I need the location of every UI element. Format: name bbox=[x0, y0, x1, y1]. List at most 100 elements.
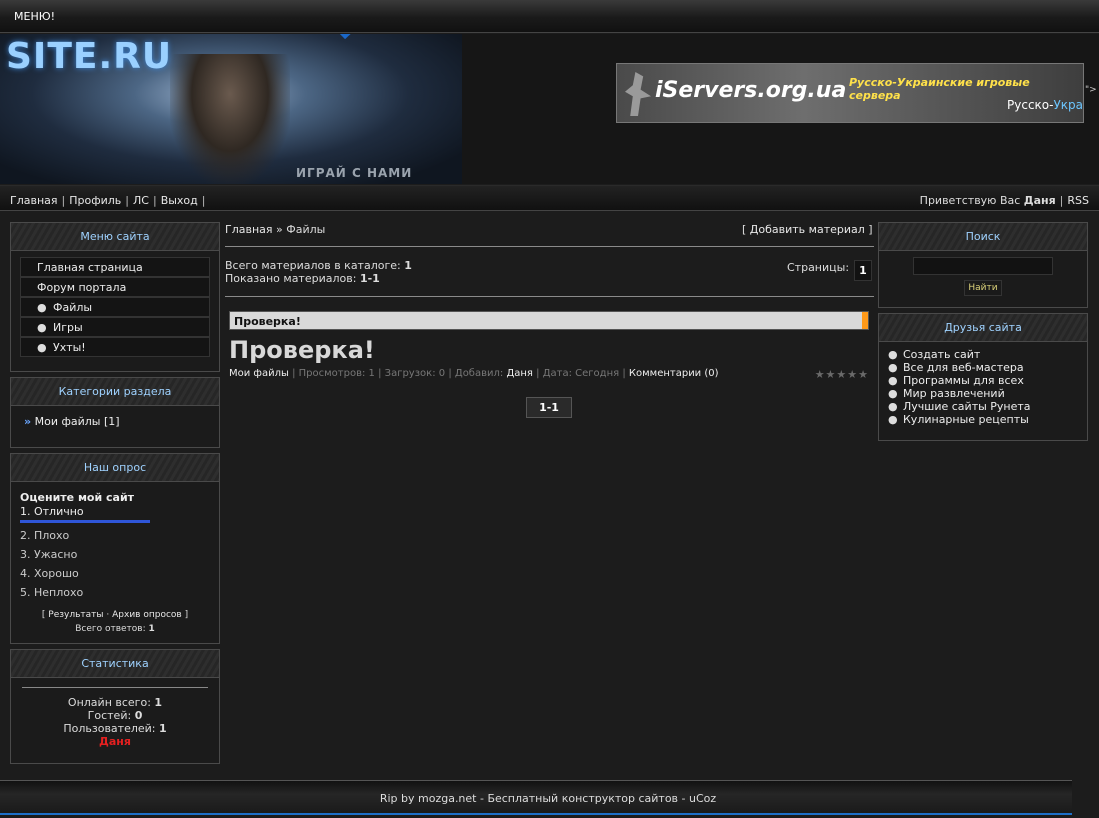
stats-online-user[interactable]: Даня bbox=[20, 735, 210, 748]
poll-result-bar bbox=[20, 520, 150, 523]
user-navbar: Главная | Профиль | ЛС | Выход | Приветствую Ва… bbox=[0, 185, 1099, 211]
friend-link-label: Мир развлечений bbox=[903, 387, 1005, 400]
add-material: [ Добавить материал ] bbox=[742, 223, 873, 236]
entry-author-link[interactable]: Даня bbox=[506, 368, 533, 379]
entry-header-title[interactable]: Проверка! bbox=[234, 315, 301, 328]
page-current-button[interactable]: 1 bbox=[854, 260, 872, 281]
category-label: Мои файлы bbox=[34, 415, 101, 428]
rating-stars-icon[interactable]: ★★★★★ bbox=[815, 368, 869, 381]
poll-option: 3. Ужасно bbox=[20, 548, 78, 561]
ad-logo: iServers.org.ua bbox=[655, 78, 847, 103]
friend-link-label: Создать сайт bbox=[903, 348, 981, 361]
stats-divider bbox=[22, 687, 208, 688]
breadcrumb-current: Файлы bbox=[286, 223, 326, 236]
entry-category-link[interactable]: Мои файлы bbox=[229, 368, 289, 379]
entry-header: Проверка! bbox=[229, 311, 869, 330]
ad-subtitle-prefix: Русско- bbox=[1007, 98, 1054, 112]
friend-link-item[interactable]: ● Лучшие сайты Рунета bbox=[888, 400, 1078, 413]
catalog-shown: Показано материалов: 1-1 bbox=[225, 272, 412, 285]
bracket-open: [ bbox=[41, 610, 46, 620]
friend-link-item[interactable]: ● Программы для всех bbox=[888, 374, 1078, 387]
ad-banner[interactable]: iServers.org.ua Русско-Украинские игровы… bbox=[616, 63, 1084, 123]
stats-guests-label: Гостей: bbox=[87, 709, 132, 722]
bullet-icon: ● bbox=[888, 387, 898, 400]
search-button[interactable]: Найти bbox=[964, 280, 1002, 296]
site-header: SITE.RU ИГРАЙ С НАМИ iServers.org.ua Рус… bbox=[0, 34, 1099, 184]
poll-links: [ Результаты · Архив опросов ] bbox=[20, 610, 210, 620]
poll-title: Наш опрос bbox=[11, 454, 219, 482]
friend-link-item[interactable]: ● Мир развлечений bbox=[888, 387, 1078, 400]
bullet-icon: ● bbox=[888, 361, 898, 374]
bracket-close: ] bbox=[868, 223, 873, 236]
content-divider bbox=[225, 246, 874, 247]
poll-archive-link[interactable]: Архив опросов bbox=[112, 610, 182, 620]
top-menu-link[interactable]: МЕНЮ! bbox=[14, 10, 55, 23]
bullet-icon: ● bbox=[888, 400, 898, 413]
catalog-info: Всего материалов в каталоге: 1 Показано … bbox=[225, 259, 412, 285]
stats-users-label: Пользователей: bbox=[63, 722, 156, 735]
search-input[interactable] bbox=[913, 257, 1053, 275]
bullet-icon: ● bbox=[888, 413, 898, 426]
pagination[interactable]: 1-1 bbox=[526, 397, 572, 418]
stats-users-value: 1 bbox=[159, 722, 167, 735]
banner-arc-decoration bbox=[300, 34, 462, 184]
top-bar: МЕНЮ! bbox=[0, 0, 1099, 33]
entry-added-label: Добавил: bbox=[454, 368, 504, 379]
nav-messages-link[interactable]: ЛС bbox=[133, 194, 149, 207]
pages-label: Страницы: bbox=[787, 261, 850, 274]
site-logo[interactable]: SITE.RU bbox=[6, 36, 172, 77]
catalog-total-label: Всего материалов в каталоге: bbox=[225, 259, 401, 272]
nav-separator: | bbox=[152, 194, 157, 207]
stats-online: Онлайн всего: 1 bbox=[20, 696, 210, 709]
menu-item-label: Ухты! bbox=[53, 341, 86, 354]
poll-question: Оцените мой сайт bbox=[20, 491, 135, 504]
menu-item-label: Файлы bbox=[53, 301, 93, 314]
friend-link-item[interactable]: ● Кулинарные рецепты bbox=[888, 413, 1078, 426]
menu-item-games[interactable]: ● Игры bbox=[20, 317, 210, 337]
poll-option: 2. Плохо bbox=[20, 529, 70, 542]
entry-marker-icon bbox=[862, 312, 868, 329]
footer-text: Rip by mozga.net - Бесплатный конструкто… bbox=[379, 792, 717, 805]
category-item[interactable]: » Мои файлы [1] bbox=[21, 412, 209, 431]
menu-item-wow[interactable]: ● Ухты! bbox=[20, 337, 210, 357]
greeting-username[interactable]: Даня bbox=[1024, 194, 1056, 207]
breadcrumb-home-link[interactable]: Главная bbox=[225, 223, 273, 236]
nav-logout-link[interactable]: Выход bbox=[161, 194, 198, 207]
menu-item-label: Игры bbox=[53, 321, 83, 334]
rss-link[interactable]: RSS bbox=[1067, 194, 1089, 207]
site-menu-list: Главная страница Форум портала ● Файлы ● И… bbox=[11, 251, 219, 363]
friend-link-item[interactable]: ● Все для веб-мастера bbox=[888, 361, 1078, 374]
friends-list: ● Создать сайт ● Все для веб-мастера ● Прог… bbox=[879, 342, 1087, 432]
friend-link-item[interactable]: ● Создать сайт bbox=[888, 348, 1078, 361]
nav-profile-link[interactable]: Профиль bbox=[69, 194, 121, 207]
detail-separator: | bbox=[536, 368, 540, 379]
bullet-icon: ● bbox=[37, 301, 47, 314]
entry-title[interactable]: Проверка! bbox=[229, 336, 375, 364]
poll-results-link[interactable]: Результаты bbox=[48, 610, 103, 620]
entry-details: Мои файлы | Просмотров: 1 | Загрузок: 0 … bbox=[229, 368, 869, 382]
header-banner: SITE.RU ИГРАЙ С НАМИ bbox=[0, 34, 462, 184]
stats-body: Онлайн всего: 1 Гостей: 0 Пользователей:… bbox=[11, 678, 219, 754]
menu-item-forum[interactable]: Форум портала bbox=[20, 277, 210, 297]
stats-users: Пользователей: 1 bbox=[20, 722, 210, 735]
nav-separator: | bbox=[125, 194, 130, 207]
bracket-open: [ bbox=[742, 223, 747, 236]
nav-separator: | bbox=[1059, 194, 1064, 207]
banner-character-image bbox=[170, 54, 290, 184]
poll-total-value: 1 bbox=[148, 624, 155, 634]
add-material-link[interactable]: Добавить материал bbox=[750, 223, 865, 236]
search-title: Поиск bbox=[879, 223, 1087, 251]
entry-downloads-value: 0 bbox=[438, 368, 446, 379]
link-separator: · bbox=[106, 610, 110, 620]
poll-body: Оцените мой сайт 1. Отлично 2. Плохо 3. … bbox=[11, 482, 219, 640]
entry-comments-link[interactable]: Комментарии (0) bbox=[629, 368, 719, 379]
menu-item-home[interactable]: Главная страница bbox=[20, 257, 210, 277]
friend-link-label: Лучшие сайты Рунета bbox=[903, 400, 1031, 413]
stats-guests-value: 0 bbox=[134, 709, 143, 722]
poll-option: 1. Отлично bbox=[20, 505, 84, 518]
poll-block: Наш опрос Оцените мой сайт 1. Отлично 2.… bbox=[10, 453, 220, 644]
menu-item-files[interactable]: ● Файлы bbox=[20, 297, 210, 317]
nav-home-link[interactable]: Главная bbox=[10, 194, 58, 207]
site-menu-block: Меню сайта Главная страница Форум портал… bbox=[10, 222, 220, 372]
site-footer: Rip by mozga.net - Бесплатный конструкто… bbox=[0, 780, 1072, 814]
